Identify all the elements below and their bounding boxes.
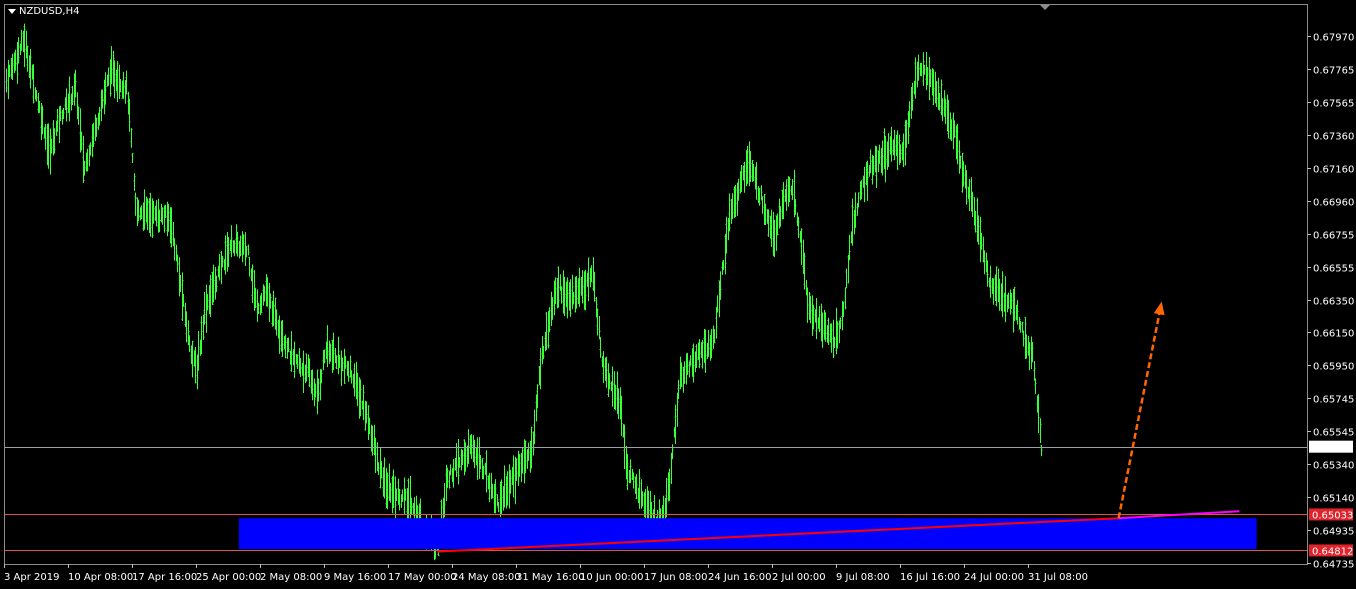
- x-axis-tick-label: 9 Jul 08:00: [836, 572, 890, 583]
- x-axis-tick-label: 24 Jun 16:00: [708, 572, 772, 583]
- x-axis-tick-label: 2 Jul 00:00: [772, 572, 826, 583]
- x-axis-tick-label: 16 Jul 16:00: [900, 572, 960, 583]
- current-price-label: 0.65449: [1312, 443, 1353, 454]
- x-axis-tick-label: 3 Apr 2019: [4, 572, 59, 583]
- y-axis-tick-label: 0.65745: [1313, 395, 1354, 406]
- x-axis-tick-label: 17 Apr 16:00: [132, 572, 197, 583]
- x-axis-tick-label: 9 May 16:00: [324, 572, 386, 583]
- x-axis-tick-label: 24 Jul 00:00: [964, 572, 1024, 583]
- y-axis-tick-label: 0.66350: [1313, 297, 1354, 308]
- y-axis-tick-label: 0.67765: [1313, 66, 1354, 77]
- y-axis-tick-label: 0.64735: [1313, 560, 1354, 571]
- y-axis-tick-label: 0.65950: [1313, 362, 1354, 373]
- support-zone-rect: [238, 518, 1257, 550]
- x-axis-tick-label: 25 Apr 00:00: [196, 572, 261, 583]
- x-axis-tick-label: 31 May 16:00: [516, 572, 585, 583]
- x-axis-tick-label: 10 Apr 08:00: [68, 572, 133, 583]
- y-axis-tick-label: 0.67160: [1313, 165, 1354, 176]
- y-axis-tick-label: 0.64935: [1313, 527, 1354, 538]
- projection-arrow-shaft: [1117, 312, 1161, 519]
- y-axis-tick-label: 0.65140: [1313, 494, 1354, 505]
- x-axis-tick-label: 10 Jun 00:00: [580, 572, 644, 583]
- y-axis-tick-label: 0.66960: [1313, 198, 1354, 209]
- y-axis-tick-label: 0.67970: [1313, 33, 1354, 44]
- y-axis-tick-label: 0.66555: [1313, 264, 1354, 275]
- projection-arrow-head: [1153, 301, 1165, 316]
- y-axis-tick-label: 0.66755: [1313, 231, 1354, 242]
- x-axis-tick-label: 17 Jun 08:00: [644, 572, 708, 583]
- x-axis-tick-label: 17 May 00:00: [388, 572, 457, 583]
- level-price-label: 0.64812: [1312, 546, 1353, 557]
- chart-window[interactable]: NZDUSD,H4 0.64735 0.64935 0.65140 0.65340 0.…: [0, 0, 1356, 589]
- level-price-label: 0.65033: [1312, 510, 1353, 521]
- y-axis-tick-label: 0.65340: [1313, 461, 1354, 472]
- y-axis-tick-label: 0.67565: [1313, 99, 1354, 110]
- y-axis-tick-label: 0.65545: [1313, 428, 1354, 439]
- chart-shift-marker-icon: [1040, 5, 1050, 10]
- y-axis-tick-label: 0.66150: [1313, 329, 1354, 340]
- x-axis-tick-label: 2 May 08:00: [260, 572, 322, 583]
- price-chart-svg: 0.64735 0.64935 0.65140 0.65340 0.65545 0.657…: [4, 5, 1354, 583]
- y-axis-tick-label: 0.67360: [1313, 132, 1354, 143]
- x-axis-tick-label: 24 May 08:00: [452, 572, 521, 583]
- x-axis-tick-label: 31 Jul 08:00: [1028, 572, 1088, 583]
